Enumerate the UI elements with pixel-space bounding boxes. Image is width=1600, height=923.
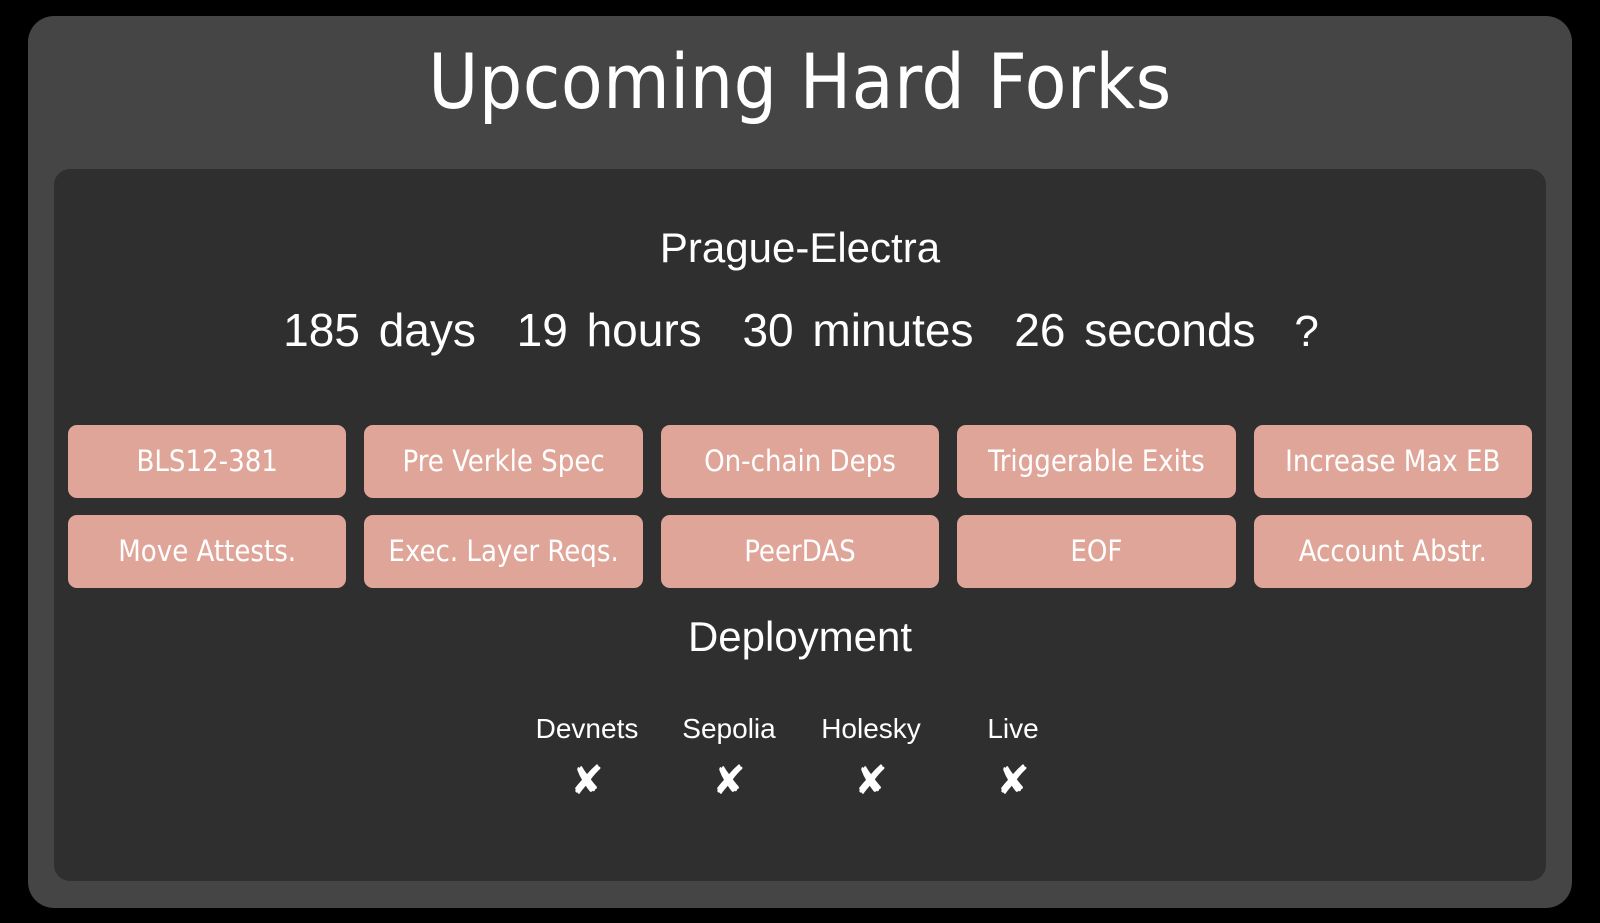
countdown-trailing-glyph: ? — [1294, 307, 1319, 357]
feature-pill-grid: BLS12-381 Pre Verkle Spec On-chain Deps … — [68, 425, 1532, 588]
countdown-days-value: 185 — [283, 304, 360, 357]
cross-mark-icon: ✘ — [712, 757, 746, 804]
countdown-hours-value: 19 — [516, 304, 568, 357]
deployment-status-table: Devnets ✘ Sepolia ✘ Holesky ✘ Live ✘ — [54, 713, 1546, 804]
countdown-seconds-unit: seconds — [1084, 304, 1256, 357]
cross-mark-icon: ✘ — [570, 757, 604, 804]
feature-pill[interactable]: Triggerable Exits — [957, 425, 1236, 498]
countdown-seconds-value: 26 — [1014, 304, 1066, 357]
deployment-stage-label: Sepolia — [682, 713, 776, 744]
deployment-section-title: Deployment — [687, 613, 913, 660]
countdown-hours-unit: hours — [586, 304, 702, 357]
feature-pill[interactable]: Exec. Layer Reqs. — [364, 515, 643, 588]
deployment-stage-sepolia: Sepolia ✘ — [658, 713, 800, 804]
deployment-stage-label: Holesky — [821, 713, 921, 744]
cross-mark-icon: ✘ — [996, 757, 1030, 804]
countdown-timer: 185 days 19 hours 30 minutes 26 seconds … — [54, 271, 1546, 356]
feature-pill[interactable]: Move Attests. — [68, 515, 347, 588]
deployment-stage-label: Live — [987, 713, 1039, 744]
upcoming-hard-forks-panel: Upcoming Hard Forks Prague-Electra 185 d… — [28, 16, 1572, 908]
fork-card-prague-electra: Prague-Electra 185 days 19 hours 30 minu… — [54, 169, 1546, 881]
countdown-days-unit: days — [378, 304, 476, 357]
feature-pill[interactable]: BLS12-381 — [68, 425, 347, 498]
deployment-stage-devnets: Devnets ✘ — [516, 713, 658, 804]
deployment-stage-label: Devnets — [535, 713, 639, 744]
fork-name: Prague-Electra — [659, 224, 941, 271]
deployment-stage-live: Live ✘ — [942, 713, 1084, 804]
page-title: Upcoming Hard Forks — [428, 37, 1172, 126]
feature-pill[interactable]: Increase Max EB — [1253, 425, 1532, 498]
feature-pill[interactable]: On-chain Deps — [660, 425, 940, 498]
feature-pill[interactable]: EOF — [957, 515, 1236, 588]
feature-pill[interactable]: Account Abstr. — [1253, 515, 1532, 588]
feature-pill[interactable]: PeerDAS — [660, 515, 940, 588]
countdown-minutes-value: 30 — [742, 304, 794, 357]
feature-pill[interactable]: Pre Verkle Spec — [364, 425, 643, 498]
cross-mark-icon: ✘ — [854, 757, 888, 804]
countdown-minutes-unit: minutes — [812, 304, 974, 357]
deployment-stage-holesky: Holesky ✘ — [800, 713, 942, 804]
